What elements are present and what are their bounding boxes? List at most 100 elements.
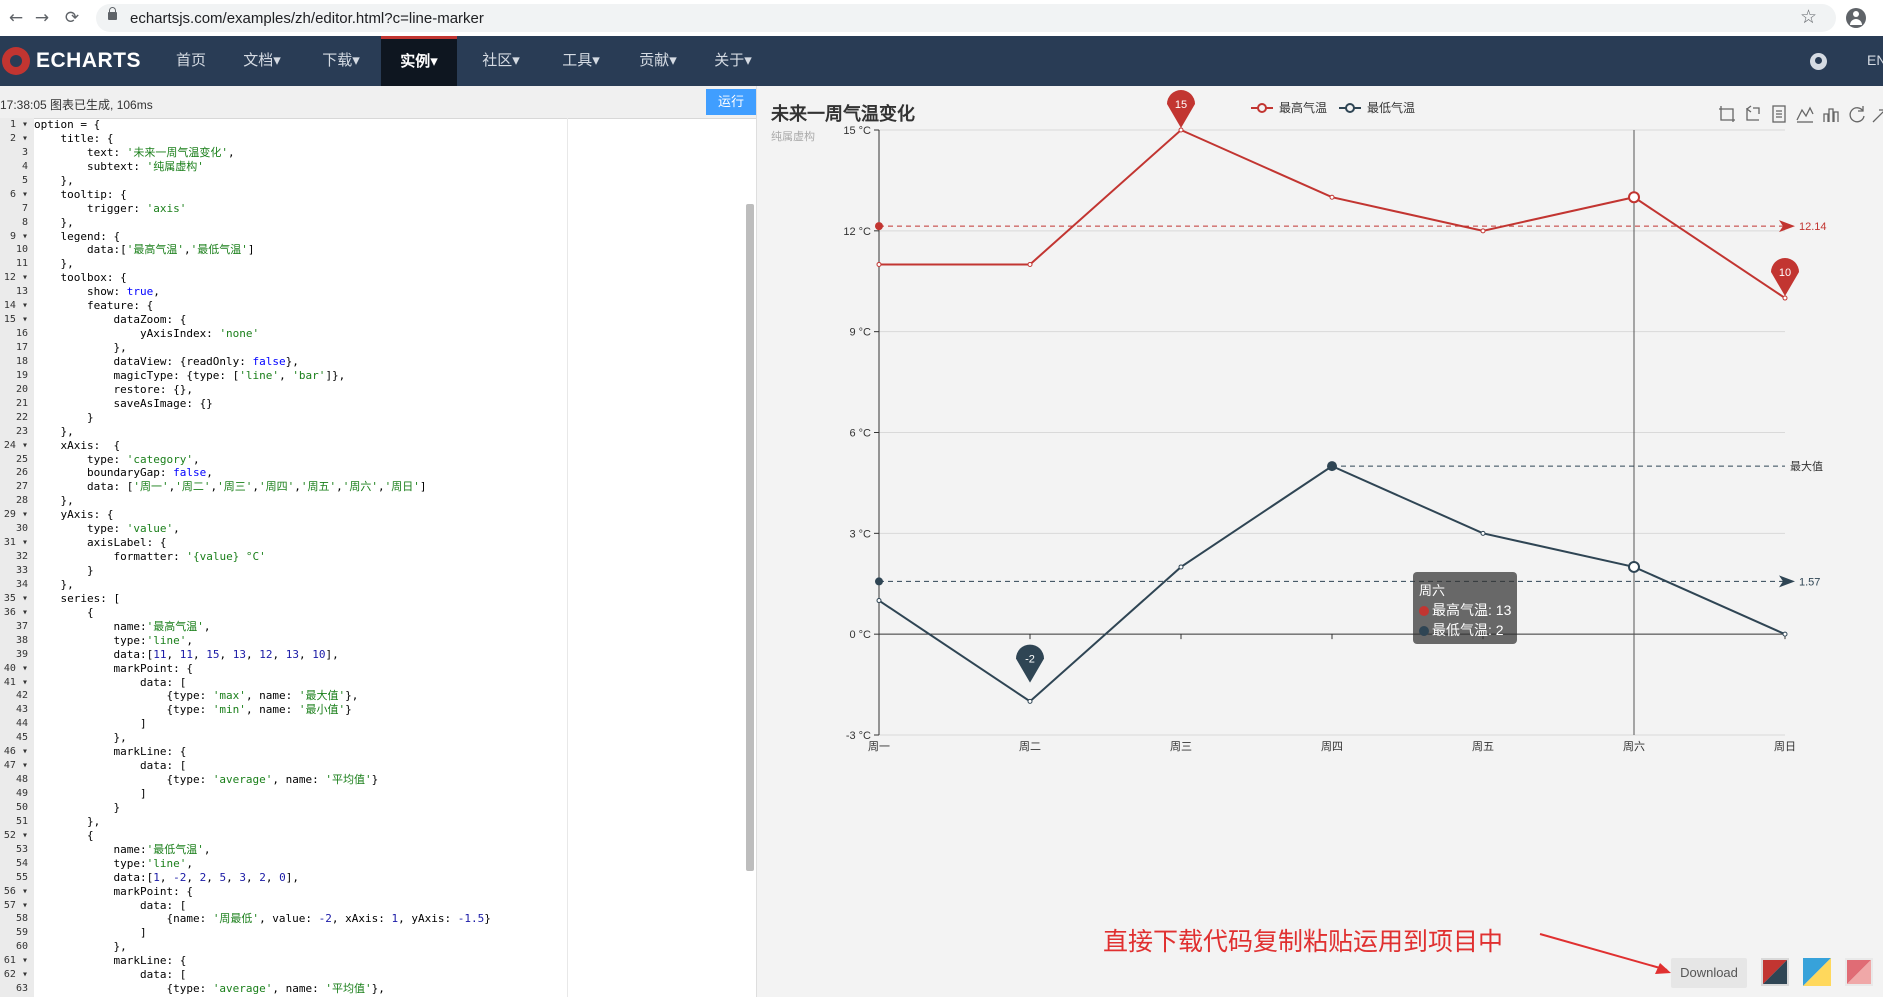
code-line: data: ['周一','周二','周三','周四','周五','周六','周日… (34, 480, 427, 494)
nav-item-3[interactable]: 实例▾ (381, 36, 457, 86)
url-text[interactable]: echartsjs.com/examples/zh/editor.html?c=… (130, 10, 484, 27)
nav-item-6[interactable]: 贡献▾ (620, 36, 696, 86)
code-line: option = { (34, 118, 101, 131)
line-number-gutter: 1 ▾ 2 ▾ 3 4 5 6 ▾ 7 8 9 ▾ 10 11 12 ▾ 13 14 ▾ 1… (0, 118, 34, 997)
code-line: data:[1, -2, 2, 5, 3, 2, 0], (34, 870, 299, 884)
line-number: 18 (15, 355, 28, 367)
code-line: subtext: '纯属虚构' (34, 159, 204, 173)
nav-item-7[interactable]: 关于▾ (698, 36, 768, 86)
echarts-logo-icon (2, 47, 30, 75)
line-number: 3 (21, 146, 28, 158)
line-number: 5 (21, 174, 28, 186)
line-number: 2 ▾ (9, 132, 28, 144)
bookmark-star-icon[interactable]: ☆ (1800, 6, 1817, 28)
line-number: 37 (15, 620, 28, 632)
line-number: 34 (15, 578, 28, 590)
line-number: 13 (15, 286, 28, 298)
code-line: { (34, 828, 94, 842)
code-line: {type: 'average', name: '平均值'}, (34, 982, 385, 996)
line-number: 19 (15, 369, 28, 381)
code-line: { (34, 605, 94, 619)
code-line: data: [ (34, 968, 187, 982)
line-number: 61 ▾ (3, 955, 28, 967)
theme-swatch-pink[interactable] (1845, 958, 1873, 986)
line-number: 60 (15, 941, 28, 953)
line-number: 46 ▾ (3, 746, 28, 758)
code-line: {type: 'max', name: '最大值'}, (34, 689, 359, 703)
code-line: } (34, 800, 121, 814)
code-line: markLine: { (34, 745, 187, 759)
code-line: name:'最高气温', (34, 619, 211, 633)
theme-swatch-red[interactable] (1761, 958, 1789, 986)
editor-status-bar: 17:38:05 图表已生成, 106ms 运行 (0, 86, 756, 119)
address-bar[interactable]: echartsjs.com/examples/zh/editor.html?c=… (96, 4, 1836, 32)
line-number: 36 ▾ (3, 606, 28, 618)
code-line: boundaryGap: false, (34, 466, 213, 480)
line-number: 55 (15, 871, 28, 883)
line-number: 24 ▾ (3, 439, 28, 451)
code-line: data:['最高气温','最低气温'] (34, 243, 255, 257)
browser-toolbar: ← → ⟳ echartsjs.com/examples/zh/editor.h… (0, 0, 1883, 37)
theme-blue-icon (1803, 958, 1831, 986)
line-number: 33 (15, 565, 28, 576)
line-number: 25 (15, 453, 28, 465)
forward-icon[interactable]: → (30, 6, 54, 30)
code-line: dataZoom: { (34, 313, 187, 327)
status-text: 17:38:05 图表已生成, 106ms (0, 98, 153, 112)
code-line: formatter: '{value} °C' (34, 550, 266, 564)
code-line: xAxis: { (34, 438, 121, 452)
line-number: 38 (15, 634, 28, 646)
line-number: 56 ▾ (3, 885, 28, 897)
code-line: }, (34, 215, 74, 229)
code-line: }, (34, 341, 127, 354)
line-number: 31 ▾ (3, 537, 28, 549)
code-line: yAxis: { (34, 508, 114, 522)
code-line: show: true, (34, 285, 160, 299)
line-number: 26 (15, 467, 28, 479)
line-number: 42 (15, 690, 28, 702)
line-number: 14 ▾ (3, 300, 28, 312)
line-number: 4 (21, 160, 28, 172)
line-number: 12 ▾ (3, 272, 28, 284)
line-number: 43 (15, 704, 28, 716)
run-button[interactable]: 运行 (706, 89, 756, 115)
code-line: feature: { (34, 299, 154, 313)
code-line: markPoint: { (34, 884, 193, 898)
line-number: 16 (15, 328, 28, 340)
github-icon[interactable] (1810, 53, 1827, 70)
line-number: 48 (15, 774, 28, 786)
nav-item-1[interactable]: 文档▾ (223, 36, 301, 86)
line-number: 30 (15, 523, 28, 535)
theme-swatch-blue[interactable] (1803, 958, 1831, 986)
logo-text: ECHARTS (36, 49, 142, 72)
code-line: name:'最低气温', (34, 842, 211, 856)
code-text-area[interactable]: option = { title: { text: '未来一周气温变化', su… (34, 118, 746, 997)
nav-item-5[interactable]: 工具▾ (540, 36, 622, 86)
nav-item-0[interactable]: 首页 (160, 36, 222, 86)
code-line: data:[11, 11, 15, 13, 12, 13, 10], (34, 647, 339, 661)
nav-item-4[interactable]: 社区▾ (462, 36, 540, 86)
code-line: }, (34, 940, 127, 954)
code-line: }, (34, 814, 101, 828)
editor-scrollbar[interactable] (746, 204, 754, 871)
line-number: 32 (15, 551, 28, 563)
download-button[interactable]: Download (1671, 958, 1747, 988)
line-number: 53 (15, 843, 28, 855)
code-line: series: [ (34, 591, 121, 605)
line-number: 50 (15, 801, 28, 813)
nav-item-2[interactable]: 下载▾ (300, 36, 382, 86)
code-line: }, (34, 494, 74, 508)
profile-avatar-icon[interactable] (1846, 8, 1866, 28)
line-number: 45 (15, 732, 28, 744)
reload-icon[interactable]: ⟳ (60, 6, 84, 30)
code-line: trigger: 'axis' (34, 201, 187, 215)
back-icon[interactable]: ← (4, 6, 28, 30)
chart-preview-panel: 未来一周气温变化 纯属虚构 -3 °C 0 °C 3 °C 6 °C 9 °C 12 °C… (757, 86, 1883, 997)
line-number: 23 (15, 425, 28, 437)
print-margin-line (567, 118, 568, 997)
code-line: }, (34, 424, 74, 438)
line-number: 11 (15, 258, 28, 270)
language-switch[interactable]: EN (1867, 52, 1883, 68)
line-number: 52 ▾ (3, 829, 28, 841)
line-number: 63 (15, 983, 28, 995)
